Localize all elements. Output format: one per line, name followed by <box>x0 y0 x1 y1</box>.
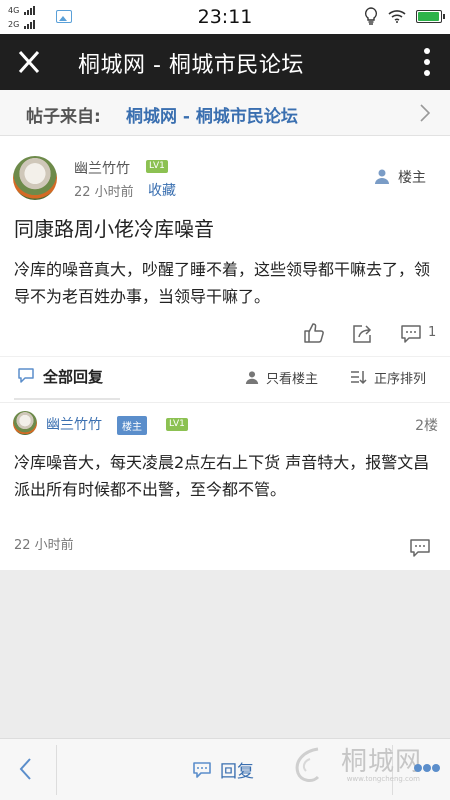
post-author[interactable]: 幽兰竹竹 <box>74 158 130 178</box>
chat-icon <box>193 761 211 778</box>
user-icon <box>375 169 389 184</box>
level-badge: LV1 <box>166 418 188 431</box>
reply-body: 冷库噪音大，每天凌晨2点左右上下货 声音特大，报警文昌派出所有时候都不出警，至今… <box>14 453 430 499</box>
reply-time: 22 小时前 <box>14 538 74 553</box>
share-icon[interactable] <box>351 322 373 344</box>
chevron-right-icon <box>420 104 430 122</box>
avatar[interactable] <box>13 411 37 435</box>
more-vertical-icon[interactable] <box>422 47 432 77</box>
page-title: 桐城网 - 桐城市民论坛 <box>78 53 304 78</box>
status-bar: 4G 2G 23:11 <box>0 0 450 34</box>
tab-all-replies[interactable]: 全部回复 <box>43 366 103 387</box>
back-icon[interactable] <box>18 757 32 781</box>
forum-source-bar[interactable]: 帖子来自: 桐城网 - 桐城市民论坛 <box>0 90 450 136</box>
battery-level <box>418 11 439 21</box>
op-label: 楼主 <box>398 170 426 186</box>
chat-icon <box>18 368 34 383</box>
reply-button[interactable]: 回复 <box>192 757 254 782</box>
comment-icon[interactable] <box>400 323 422 345</box>
source-label: 帖子来自: <box>26 107 101 127</box>
floor-number: 2楼 <box>415 418 438 434</box>
watermark-url: www.tongcheng.com <box>346 775 420 783</box>
thumbs-up-icon[interactable] <box>303 322 325 344</box>
battery-icon <box>416 9 445 23</box>
bottom-bar: 回复 桐城网 www.tongcheng.com <box>0 738 450 800</box>
reply-author[interactable]: 幽兰竹竹 <box>46 414 102 434</box>
bulb-icon <box>364 7 378 25</box>
app-bar: 桐城网 - 桐城市民论坛 <box>0 34 450 90</box>
sort-icon <box>351 371 367 385</box>
favorite-link[interactable]: 收藏 <box>148 180 176 200</box>
watermark-dots-icon <box>414 764 440 772</box>
post-body: 冷库的噪音真大，吵醒了睡不着，这些领导都干嘛去了，领导不为老百姓办事，当领导干嘛… <box>14 260 431 306</box>
comment-icon[interactable] <box>409 537 431 559</box>
divider <box>56 745 57 795</box>
comment-count: 1 <box>428 325 437 340</box>
post-title: 同康路周小佬冷库噪音 <box>14 217 214 241</box>
avatar[interactable] <box>13 156 57 200</box>
post-time: 22 小时前 <box>74 185 134 200</box>
op-only-toggle[interactable]: 只看楼主 <box>266 368 318 387</box>
tab-underline <box>14 398 120 400</box>
user-icon <box>245 371 259 384</box>
close-icon[interactable] <box>14 48 44 76</box>
op-tag-badge: 楼主 <box>117 416 147 435</box>
sort-toggle[interactable]: 正序排列 <box>374 368 426 387</box>
watermark-logo: 桐城网 <box>340 747 422 777</box>
reply-button-label: 回复 <box>220 762 254 782</box>
wifi-icon <box>388 10 406 23</box>
level-badge: LV1 <box>146 160 168 173</box>
watermark-swirl-icon <box>295 747 320 782</box>
source-forum-link[interactable]: 桐城网 - 桐城市民论坛 <box>126 102 298 127</box>
